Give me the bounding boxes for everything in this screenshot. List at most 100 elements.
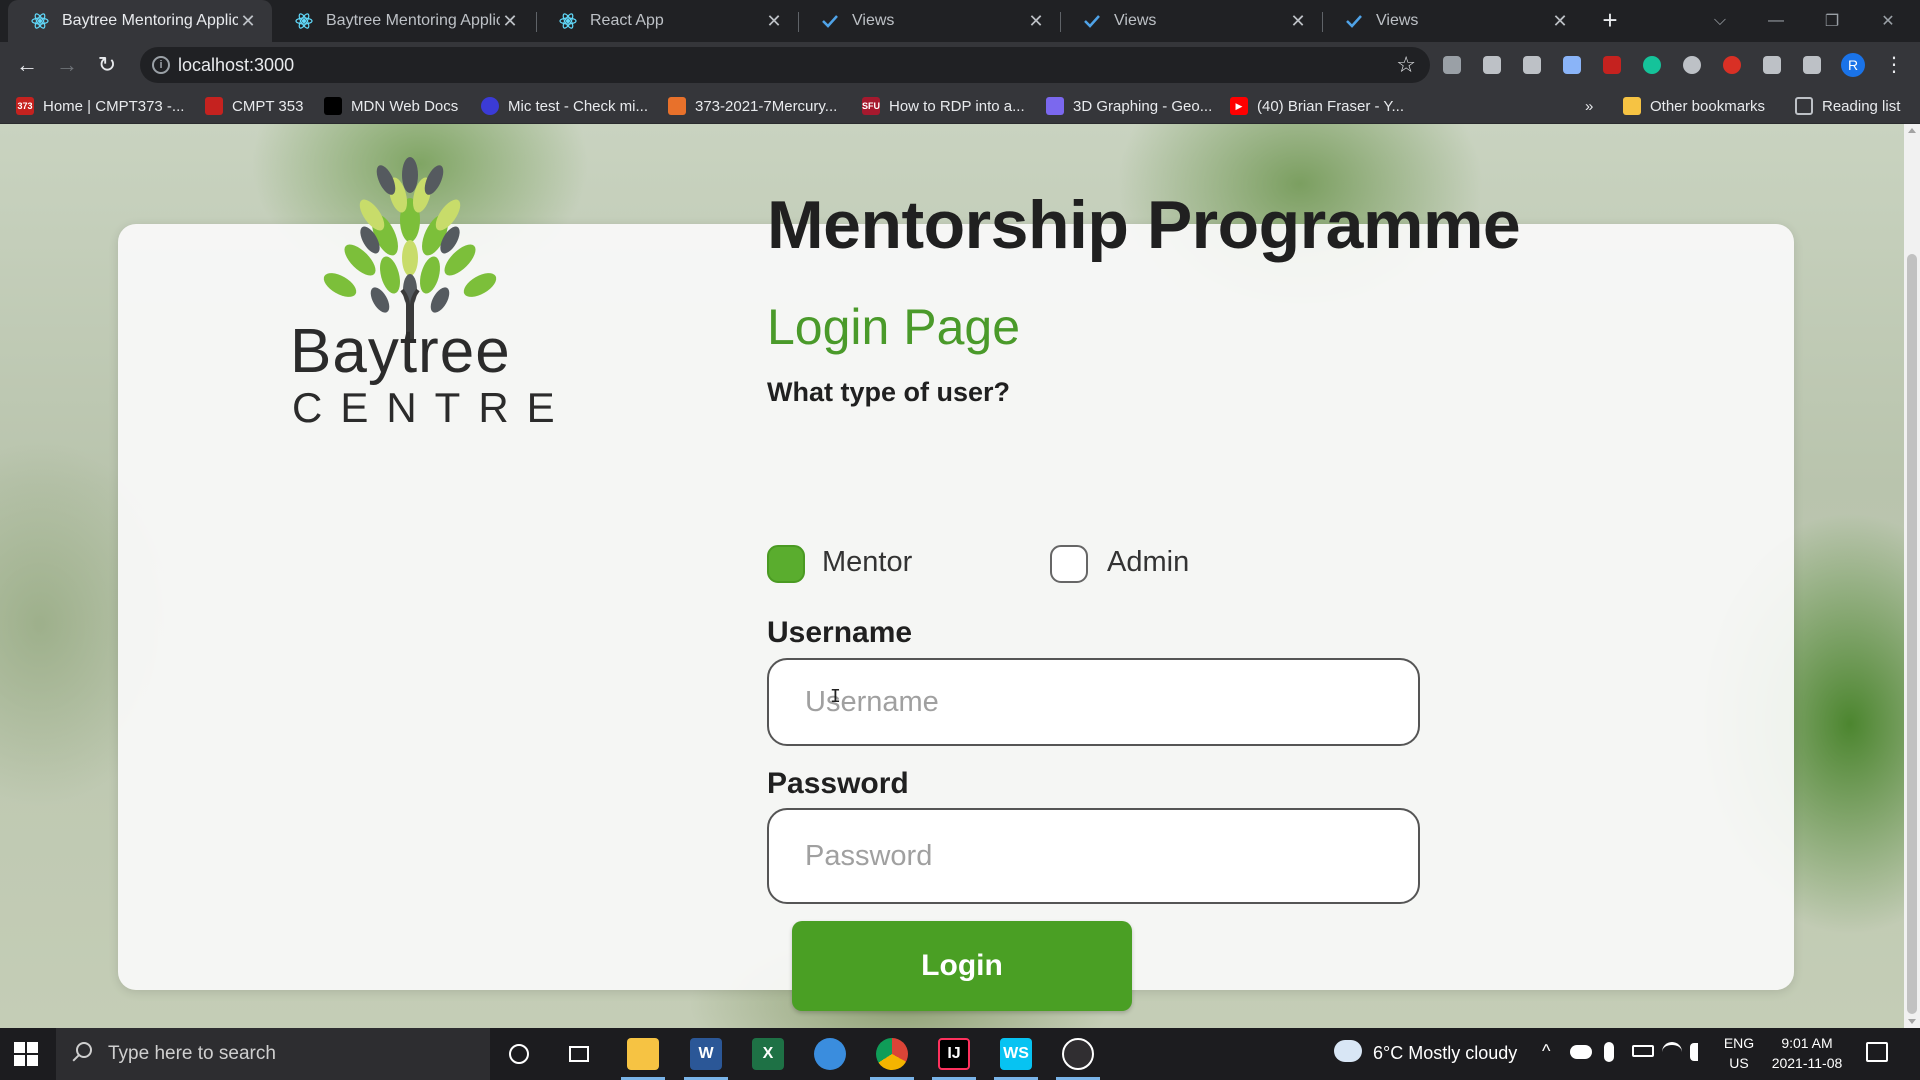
extension-icon[interactable] xyxy=(1523,56,1541,74)
minimize-button[interactable]: — xyxy=(1748,0,1804,42)
password-input[interactable] xyxy=(767,808,1420,904)
close-icon[interactable]: ✕ xyxy=(238,11,258,32)
checkmark-icon xyxy=(1346,15,1362,28)
tab-views-1[interactable]: Views ✕ xyxy=(798,0,1060,42)
globe-icon[interactable] xyxy=(814,1038,846,1070)
tab-title: Baytree Mentoring Applicati xyxy=(326,12,500,29)
input-region[interactable]: US xyxy=(1722,1055,1756,1071)
windows-start-icon[interactable] xyxy=(14,1042,38,1066)
word-icon[interactable]: W xyxy=(690,1038,722,1070)
page-title: Mentorship Programme xyxy=(767,187,1521,263)
cortana-icon[interactable] xyxy=(503,1038,535,1070)
onedrive-icon[interactable] xyxy=(1570,1045,1592,1059)
chevron-up-icon[interactable]: ^ xyxy=(1542,1041,1550,1062)
close-icon[interactable]: ✕ xyxy=(1550,11,1570,32)
wifi-icon[interactable] xyxy=(1662,1042,1682,1062)
extension-icon[interactable] xyxy=(1683,56,1701,74)
bookmark-favicon-icon xyxy=(205,97,223,115)
taskbar-search[interactable]: Type here to search xyxy=(56,1028,490,1080)
new-tab-button[interactable]: + xyxy=(1596,7,1624,35)
bookmark-item[interactable]: SFU How to RDP into a... xyxy=(862,96,1025,116)
scroll-up-icon[interactable] xyxy=(1908,128,1916,133)
extension-icon[interactable] xyxy=(1563,56,1581,74)
close-icon[interactable]: ✕ xyxy=(500,11,520,32)
bookmark-label: (40) Brian Fraser - Y... xyxy=(1257,97,1404,115)
other-bookmarks[interactable]: Other bookmarks xyxy=(1623,96,1765,116)
tab-baytree-1[interactable]: Baytree Mentoring Applicati ✕ xyxy=(8,0,272,42)
volume-icon[interactable] xyxy=(1690,1043,1708,1061)
extension-icon[interactable] xyxy=(1443,56,1461,74)
excel-icon[interactable]: X xyxy=(752,1038,784,1070)
bookmark-item[interactable]: 373-2021-7Mercury... xyxy=(668,96,837,116)
tab-views-3[interactable]: Views ✕ xyxy=(1322,0,1584,42)
bookmark-label: Mic test - Check mi... xyxy=(508,97,649,115)
restore-button[interactable]: ❐ xyxy=(1804,0,1860,42)
bookmarks-overflow-button[interactable]: » xyxy=(1585,96,1593,116)
menu-icon[interactable]: ⋮ xyxy=(1884,52,1904,77)
weather-text[interactable]: 6°C Mostly cloudy xyxy=(1373,1043,1517,1064)
tab-react-app[interactable]: React App ✕ xyxy=(536,0,798,42)
task-view-icon[interactable] xyxy=(563,1038,595,1070)
mentor-radio[interactable] xyxy=(767,545,805,583)
tab-strip: Baytree Mentoring Applicati ✕ Baytree Me… xyxy=(0,0,1920,42)
tab-title: React App xyxy=(590,12,664,29)
reading-mode-icon[interactable] xyxy=(1803,56,1821,74)
info-icon[interactable]: i xyxy=(152,56,170,74)
file-explorer-icon[interactable] xyxy=(627,1038,659,1070)
login-button[interactable]: Login xyxy=(792,921,1132,1011)
address-bar[interactable]: i localhost:3000 ☆ xyxy=(140,47,1430,83)
admin-radio[interactable] xyxy=(1050,545,1088,583)
close-icon[interactable]: ✕ xyxy=(1026,11,1046,32)
bookmark-star-icon[interactable]: ☆ xyxy=(1396,52,1416,78)
bookmark-item[interactable]: ▶ (40) Brian Fraser - Y... xyxy=(1230,96,1404,116)
chrome-icon[interactable] xyxy=(876,1038,908,1070)
weather-cloud-icon[interactable] xyxy=(1334,1040,1362,1062)
bookmark-item[interactable]: 373 Home | CMPT373 -... xyxy=(16,96,184,116)
url-text[interactable]: localhost:3000 xyxy=(178,55,294,76)
login-heading: Login Page xyxy=(767,299,1021,355)
page-scrollbar[interactable] xyxy=(1904,124,1920,1028)
notification-icon[interactable] xyxy=(1866,1042,1888,1062)
intellij-icon[interactable]: IJ xyxy=(938,1038,970,1070)
webstorm-icon[interactable]: WS xyxy=(1000,1038,1032,1070)
mentor-radio-label[interactable]: Mentor xyxy=(822,546,912,579)
extension-icon[interactable] xyxy=(1603,56,1621,74)
tab-baytree-2[interactable]: Baytree Mentoring Applicati ✕ xyxy=(272,0,534,42)
other-bookmarks-label: Other bookmarks xyxy=(1650,97,1766,115)
admin-radio-label[interactable]: Admin xyxy=(1107,546,1189,579)
profile-avatar[interactable]: R xyxy=(1841,53,1865,77)
scroll-down-icon[interactable] xyxy=(1908,1019,1916,1024)
youtube-icon: ▶ xyxy=(1230,97,1248,115)
clock-date[interactable]: 2021-11-08 xyxy=(1766,1055,1848,1071)
gitlab-icon xyxy=(668,97,686,115)
microphone-icon[interactable] xyxy=(1604,1042,1614,1062)
extension-icon[interactable] xyxy=(1483,56,1501,74)
close-window-button[interactable]: ✕ xyxy=(1860,0,1916,42)
bookmark-item[interactable]: MDN Web Docs xyxy=(324,96,458,116)
clock-time[interactable]: 9:01 AM xyxy=(1766,1035,1848,1051)
bookmark-favicon-icon: 373 xyxy=(16,97,34,115)
back-button[interactable]: ← xyxy=(13,51,41,79)
search-icon xyxy=(76,1042,92,1058)
reload-button[interactable]: ↻ xyxy=(93,51,121,79)
input-language[interactable]: ENG xyxy=(1722,1035,1756,1051)
tab-title: Baytree Mentoring Applicati xyxy=(62,12,238,29)
tab-views-2[interactable]: Views ✕ xyxy=(1060,0,1322,42)
bookmark-item[interactable]: CMPT 353 xyxy=(205,96,303,116)
adblock-icon[interactable] xyxy=(1723,56,1741,74)
puzzle-icon[interactable] xyxy=(1763,56,1781,74)
tree-icon xyxy=(323,157,497,340)
obs-icon[interactable] xyxy=(1062,1038,1094,1070)
grammarly-icon[interactable] xyxy=(1643,56,1661,74)
close-icon[interactable]: ✕ xyxy=(1288,11,1308,32)
close-icon[interactable]: ✕ xyxy=(764,11,784,32)
scrollbar-thumb[interactable] xyxy=(1907,254,1917,1014)
username-input[interactable] xyxy=(767,658,1420,746)
tab-search-button[interactable]: ⌵ xyxy=(1692,0,1748,42)
bookmark-item[interactable]: 3D Graphing - Geo... xyxy=(1046,96,1212,116)
bookmark-item[interactable]: Mic test - Check mi... xyxy=(481,96,648,116)
battery-icon[interactable] xyxy=(1632,1045,1654,1057)
forward-button[interactable]: → xyxy=(53,51,81,79)
reading-list[interactable]: Reading list xyxy=(1795,96,1900,116)
bookmark-favicon-icon xyxy=(481,97,499,115)
